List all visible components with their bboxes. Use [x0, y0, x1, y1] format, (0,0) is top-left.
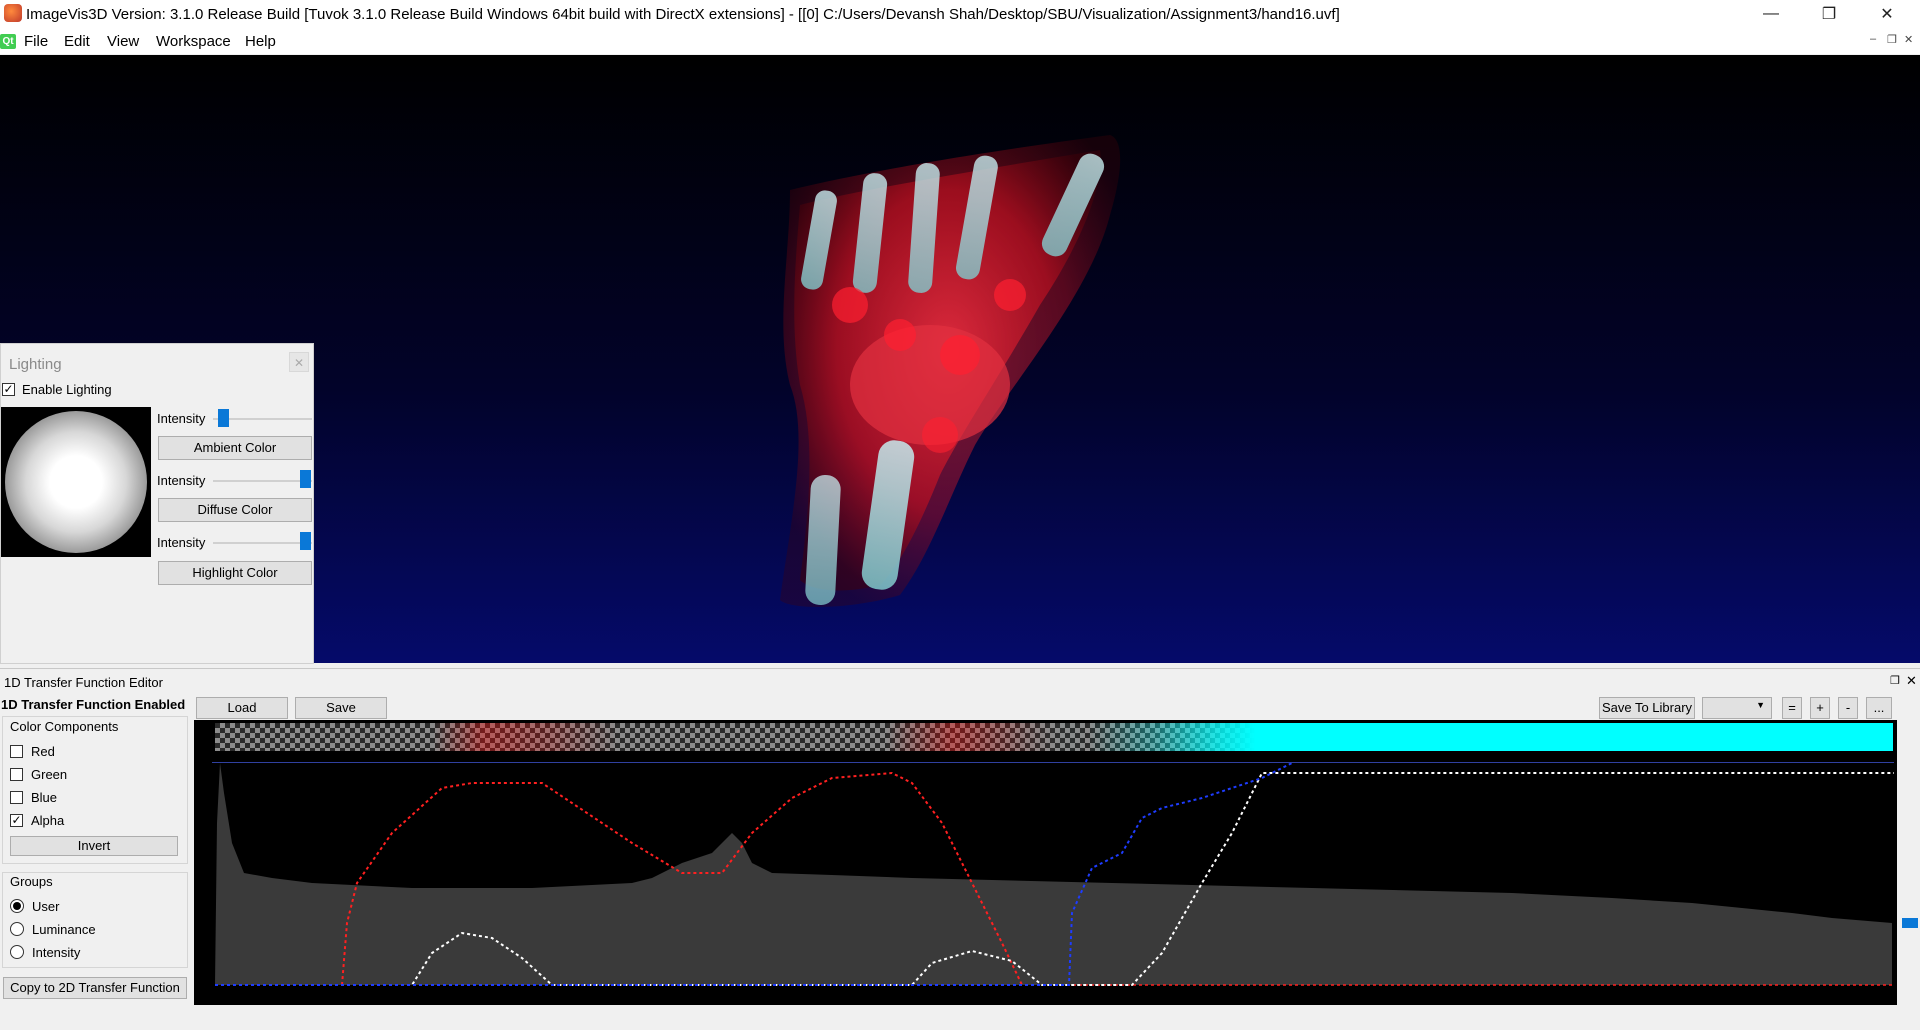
group-intensity-radio[interactable] [10, 945, 24, 959]
mdi-minimize-icon[interactable]: – [1870, 33, 1876, 45]
menu-bar [0, 28, 1920, 54]
alpha-checkbox[interactable]: ✓ [10, 814, 23, 827]
app-icon [4, 4, 22, 22]
mdi-restore-icon[interactable]: ❐ [1887, 33, 1897, 46]
groups-title: Groups [10, 874, 53, 889]
group-user-label: User [32, 899, 60, 914]
group-luminance-label: Luminance [32, 922, 96, 937]
qt-logo: Qt [0, 34, 16, 49]
red-label: Red [31, 744, 55, 759]
equals-button[interactable]: = [1782, 697, 1802, 719]
menu-view[interactable]: View [107, 33, 139, 50]
specular-intensity-slider[interactable] [213, 542, 312, 544]
close-icon[interactable]: ✕ [1858, 0, 1916, 28]
menu-file[interactable]: File [24, 33, 48, 50]
ambient-intensity-label: Intensity [157, 411, 206, 426]
menu-help[interactable]: Help [245, 33, 276, 50]
diffuse-intensity-label: Intensity [157, 473, 206, 488]
ambient-color-button[interactable]: Ambient Color [158, 436, 312, 460]
tf-side-handle[interactable] [1902, 918, 1918, 928]
tf-enabled-label: 1D Transfer Function Enabled [1, 697, 186, 712]
green-label: Green [31, 767, 68, 782]
lighting-sphere-preview [1, 407, 151, 557]
minimize-icon[interactable]: — [1742, 0, 1800, 28]
splitter[interactable] [0, 668, 1920, 669]
radio-dot [13, 902, 21, 910]
menu-workspace[interactable]: Workspace [156, 33, 231, 50]
ambient-intensity-handle[interactable] [218, 409, 229, 427]
tf-close-icon[interactable]: ✕ [1906, 673, 1917, 689]
color-preview-bar [215, 723, 1893, 751]
diffuse-color-button[interactable]: Diffuse Color [158, 498, 312, 522]
library-select[interactable]: ▼ [1702, 697, 1772, 719]
diffuse-intensity-handle[interactable] [300, 470, 311, 488]
enable-lighting-label: Enable Lighting [22, 382, 112, 397]
blue-checkbox[interactable] [10, 791, 23, 804]
load-button[interactable]: Load [196, 697, 288, 719]
restore-icon[interactable]: ❐ [1800, 0, 1858, 28]
copy-to-2d-button[interactable]: Copy to 2D Transfer Function [3, 977, 187, 999]
tf-float-icon[interactable]: ❐ [1890, 674, 1900, 687]
add-button[interactable]: + [1810, 697, 1830, 719]
blue-label: Blue [31, 790, 58, 805]
chevron-down-icon: ▼ [1756, 700, 1765, 710]
diffuse-intensity-slider[interactable] [213, 480, 312, 482]
save-to-library-button[interactable]: Save To Library [1599, 697, 1695, 719]
more-button[interactable]: ... [1866, 697, 1892, 719]
lighting-sphere [5, 411, 147, 553]
histogram [215, 763, 1892, 985]
lighting-close-icon[interactable]: ✕ [289, 352, 309, 372]
window-title: ImageVis3D Version: 3.1.0 Release Build … [26, 6, 1340, 23]
specular-intensity-label: Intensity [157, 535, 206, 550]
color-components-title: Color Components [10, 719, 119, 734]
group-luminance-radio[interactable] [10, 922, 24, 936]
color-preview-svg [215, 723, 1893, 751]
specular-intensity-handle[interactable] [300, 532, 311, 550]
tf-editor-title: 1D Transfer Function Editor [4, 675, 163, 690]
mdi-close-icon[interactable]: ✕ [1904, 33, 1913, 46]
menu-edit[interactable]: Edit [64, 33, 90, 50]
red-checkbox[interactable] [10, 745, 23, 758]
lighting-title: Lighting [9, 356, 62, 373]
transfer-function-plot[interactable] [212, 763, 1894, 1001]
invert-button[interactable]: Invert [10, 836, 178, 856]
alpha-label: Alpha [31, 813, 65, 828]
group-user-radio[interactable] [10, 899, 24, 913]
remove-button[interactable]: - [1838, 697, 1858, 719]
save-button[interactable]: Save [295, 697, 387, 719]
green-checkbox[interactable] [10, 768, 23, 781]
enable-lighting-checkbox[interactable]: ✓ [2, 383, 15, 396]
group-intensity-label: Intensity [32, 945, 81, 960]
highlight-color-button[interactable]: Highlight Color [158, 561, 312, 585]
